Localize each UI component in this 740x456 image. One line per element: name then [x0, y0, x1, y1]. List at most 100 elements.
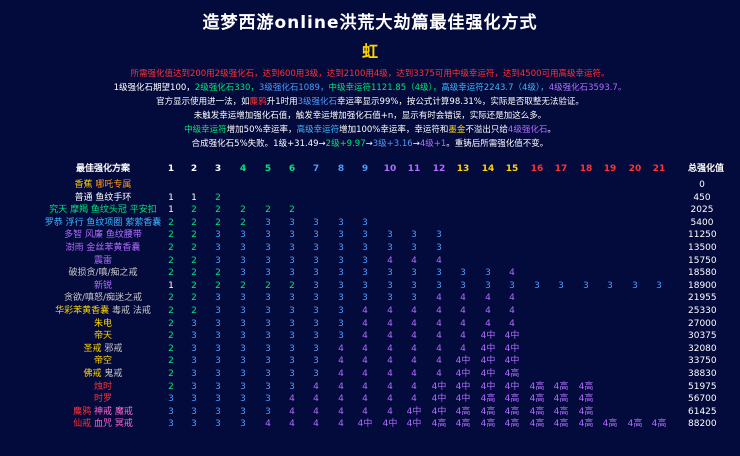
table-cell: 4高 — [651, 419, 667, 429]
table-cell: 4高 — [504, 369, 520, 379]
table-cell: 3 — [558, 281, 564, 291]
column-header-level: 9 — [361, 164, 369, 174]
column-header-level: 21 — [652, 164, 666, 174]
column-header-level: 17 — [554, 164, 568, 174]
table-cell: 4 — [436, 256, 442, 266]
table-cell: 4中 — [406, 407, 422, 417]
table-cell: 3 — [313, 306, 319, 316]
note-5-part: 4级强化石 — [507, 125, 548, 135]
table-cell: 3 — [240, 394, 246, 404]
table-cell: 4高 — [602, 419, 618, 429]
table-cell: 4 — [460, 344, 466, 354]
table-cell: 2 — [215, 218, 221, 228]
column-header-level: 19 — [603, 164, 617, 174]
table-cell: 3 — [313, 331, 319, 341]
note-2-part: 3级强化石1089， — [258, 83, 329, 93]
table-cell: 4 — [362, 319, 368, 329]
column-header-level: 11 — [407, 164, 421, 174]
note-5-part: 。 — [547, 125, 556, 135]
row-total: 56700 — [688, 394, 717, 404]
table-cell: 3 — [607, 281, 613, 291]
row-total: 11250 — [688, 230, 717, 240]
note-6-part: → — [365, 139, 373, 149]
item-name: 哪吒专属 — [92, 180, 132, 190]
row-total: 27000 — [688, 319, 717, 329]
item-name: 澍雨 金丝苯黄香囊 — [65, 243, 141, 253]
row-total: 450 — [693, 193, 711, 203]
table-cell: 4 — [411, 344, 417, 354]
row-total: 18580 — [688, 268, 717, 278]
item-name: 新锐 — [93, 281, 112, 291]
table-cell: 3 — [240, 382, 246, 392]
table-cell: 4 — [411, 356, 417, 366]
item-name: 圣戒 — [83, 344, 102, 354]
table-cell: 2 — [215, 205, 221, 215]
table-cell: 4 — [411, 256, 417, 266]
note-3-part: 幸运率显示99%，按公式计算98.31%，实际是否取整无法验证。 — [337, 97, 584, 107]
table-cell: 3 — [411, 268, 417, 278]
row-total: 51975 — [688, 382, 717, 392]
table-cell: 3 — [240, 356, 246, 366]
note-2-part: 2级强化石330， — [194, 83, 259, 93]
table-cell: 3 — [313, 319, 319, 329]
row-total: 0 — [699, 180, 705, 190]
table-cell: 4 — [411, 306, 417, 316]
note-2-part: 4级强化石3593.7。 — [548, 83, 627, 93]
table-cell: 3 — [362, 230, 368, 240]
table-cell: 3 — [215, 369, 221, 379]
table-cell: 4 — [460, 331, 466, 341]
table-cell: 3 — [411, 281, 417, 291]
item-name: 多智 风廉 鱼纹腰带 — [64, 230, 142, 240]
note-2-part: 中级幸运符1121.85（4级）， — [328, 83, 442, 93]
table-cell: 4中 — [504, 356, 520, 366]
table-cell: 4高 — [455, 419, 471, 429]
table-cell: 4高 — [504, 407, 520, 417]
table-cell: 3 — [215, 256, 221, 266]
table-cell: 4中 — [455, 382, 471, 392]
note-5-part: 中级幸运符 — [184, 125, 227, 135]
table-cell: 3 — [460, 268, 466, 278]
item-name: 罗恭 浮行 鱼纹项圈 萦萦香囊 — [44, 218, 162, 228]
table-cell: 3 — [313, 230, 319, 240]
note-line-6: 合成强化石5%失败。1级+31.49→2级+9.97→3级+3.16→4级+1。… — [0, 138, 740, 151]
table-cell: 4 — [460, 293, 466, 303]
item-name: 佛戒 — [83, 369, 102, 379]
table-cell: 4 — [460, 319, 466, 329]
table-cell: 4 — [509, 306, 515, 316]
table-cell: 4 — [411, 394, 417, 404]
note-6-part: 3级+3.16 — [372, 139, 413, 149]
table-cell: 3 — [313, 218, 319, 228]
item-name: 帝空 — [93, 356, 112, 366]
note-5-part: 不溢出只给 — [465, 125, 508, 135]
table-cell: 3 — [460, 281, 466, 291]
row-total: 32080 — [688, 344, 717, 354]
table-cell: 3 — [240, 369, 246, 379]
table-cell: 3 — [240, 268, 246, 278]
note-3-part: 官方显示使用进一法，如 — [156, 97, 250, 107]
table-cell: 4中 — [455, 356, 471, 366]
note-6-part: 合成强化石5%失败。1级+31.49→ — [191, 139, 326, 149]
table-cell: 3 — [215, 356, 221, 366]
item-name: 朱电 — [93, 319, 112, 329]
table-cell: 4 — [313, 419, 319, 429]
note-6-part: 。重铸后所需强化值不变。 — [446, 139, 549, 149]
note-line-2: 1级强化石期望100，2级强化石330，3级强化石1089，中级幸运符1121.… — [0, 82, 740, 95]
table-cell: 3 — [240, 256, 246, 266]
table-cell: 4 — [362, 382, 368, 392]
table-cell: 4 — [362, 306, 368, 316]
column-header-total: 总强化值 — [688, 164, 725, 174]
item-name: 震雷 — [93, 256, 112, 266]
table-cell: 3 — [313, 256, 319, 266]
item-name: 毒戒 法戒 — [109, 306, 151, 316]
table-cell: 3 — [215, 293, 221, 303]
table-cell: 3 — [215, 306, 221, 316]
table-cell: 4高 — [553, 407, 569, 417]
column-header-level: 3 — [214, 164, 222, 174]
item-name: 仙戒 — [73, 419, 92, 429]
table-cell: 4中 — [455, 394, 471, 404]
table-cell: 3 — [240, 293, 246, 303]
table-cell: 4高 — [578, 407, 594, 417]
note-2-part: 1级强化石期望100， — [113, 83, 195, 93]
table-cell: 4中 — [455, 369, 471, 379]
table-cell: 3 — [313, 281, 319, 291]
